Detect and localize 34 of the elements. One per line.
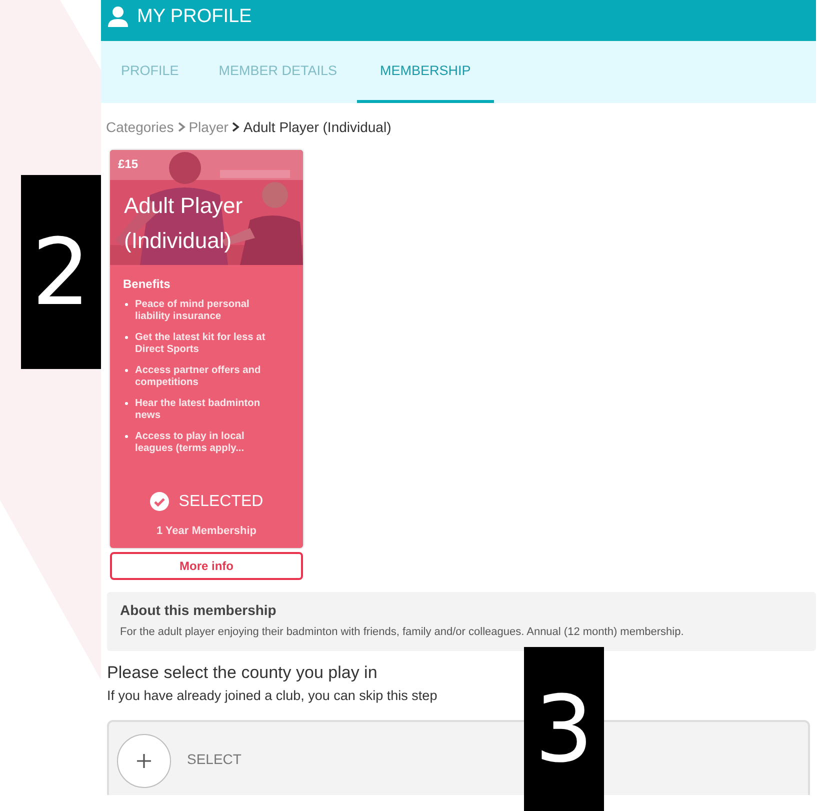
chevron-icon [176, 122, 186, 132]
add-icon [117, 734, 171, 788]
benefit-text: Hear the latest badminton news [135, 398, 262, 421]
membership-title: Adult Player (Individual) [124, 192, 244, 255]
price-label: £15 [118, 157, 138, 171]
benefit-text: Access to play in local leagues (terms apply... [135, 431, 246, 454]
chevron-icon [231, 122, 240, 132]
section-heading: Please select the county you play in [107, 663, 378, 683]
tab[interactable]: PROFILE [101, 41, 199, 103]
bullet-icon [125, 336, 128, 339]
bullet-icon [125, 369, 128, 372]
tab[interactable]: MEMBERSHIP [357, 41, 494, 103]
bullet-icon [125, 303, 128, 306]
about-heading: About this membership [120, 602, 278, 618]
tab[interactable]: MEMBER DETAILS [198, 41, 358, 103]
callout-label: 2 [21, 175, 101, 369]
user-icon [107, 6, 129, 28]
breadcrumb-link[interactable]: Categories [106, 118, 174, 134]
benefit-text: Access partner offers and competitions [135, 365, 262, 388]
page-title: MY PROFILE [137, 6, 252, 28]
membership-card[interactable] [110, 150, 303, 548]
bullet-icon [125, 402, 128, 405]
more-info-button[interactable]: More info [110, 552, 303, 580]
selected-status: SELECTED [178, 492, 264, 510]
benefit-text: Peace of mind personal liability insurance [135, 299, 250, 322]
membership-term: 1 Year Membership [155, 525, 258, 537]
benefit-text: Get the latest kit for less at Direct Sports [135, 332, 266, 355]
section-hint: If you have already joined a club, you can skip this step [107, 688, 438, 703]
current-page-label: Adult Player (Individual) [243, 118, 392, 134]
bullet-icon [125, 435, 128, 438]
benefits-heading: Benefits [123, 277, 172, 291]
about-text: For the adult player enjoying their badminton with friends, family and/or colleagues. Annual (12 month) membership. [120, 625, 685, 640]
breadcrumb-link[interactable]: Player [188, 118, 228, 134]
callout-label: 3 [524, 647, 604, 811]
